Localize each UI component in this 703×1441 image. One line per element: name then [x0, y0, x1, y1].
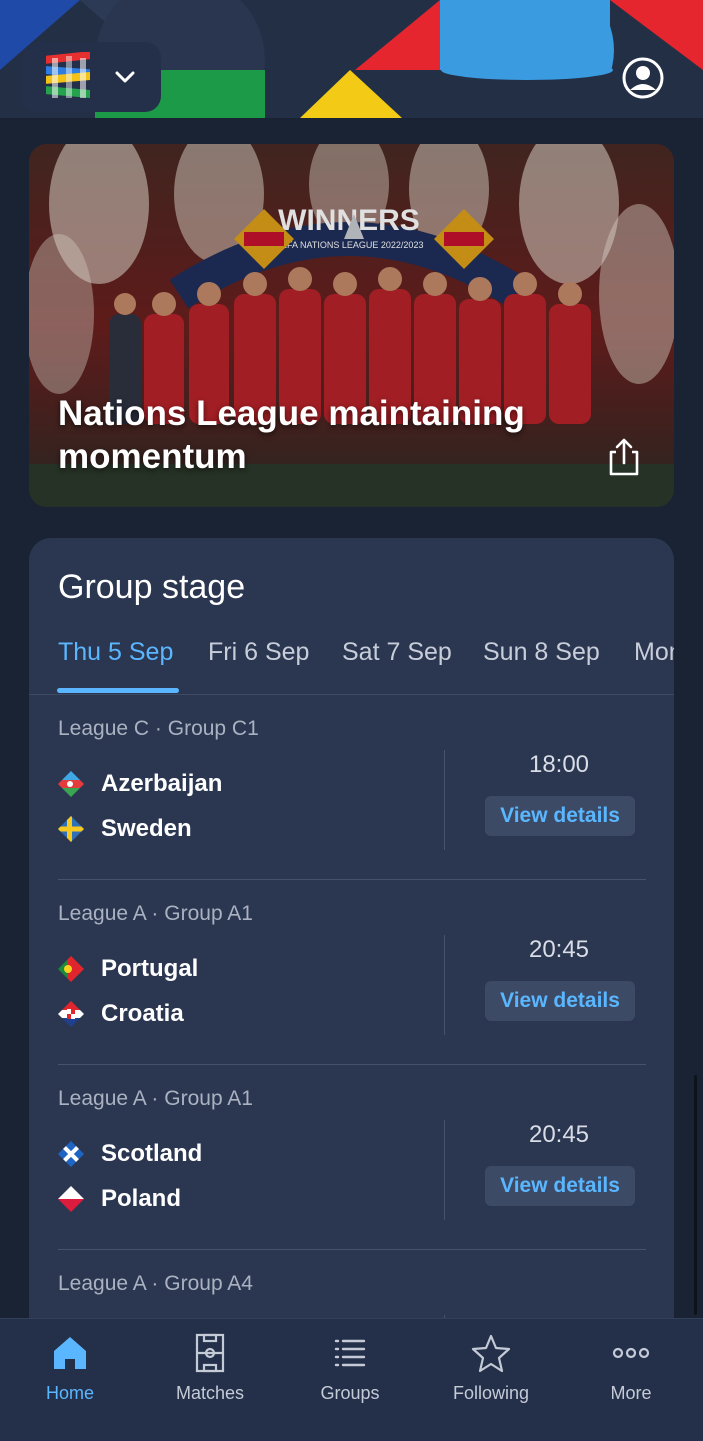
- away-team-name: Sweden: [101, 815, 192, 842]
- divider: [444, 1120, 445, 1220]
- more-dots-icon: [612, 1347, 650, 1359]
- pitch-icon: [195, 1333, 225, 1373]
- group-stage-title: Group stage: [58, 568, 246, 606]
- scrollbar[interactable]: [694, 1075, 697, 1315]
- user-circle-icon[interactable]: [621, 56, 665, 100]
- view-details-button[interactable]: View details: [485, 981, 635, 1021]
- divider: [444, 935, 445, 1035]
- nav-groups-label: Groups: [320, 1383, 380, 1403]
- scotland-flag-icon: [58, 1141, 84, 1167]
- competition-selector[interactable]: [22, 42, 161, 112]
- nav-groups[interactable]: Groups: [280, 1319, 420, 1441]
- match-league: League C · Group C1: [58, 717, 259, 740]
- away-team: Poland: [58, 1182, 181, 1216]
- active-tab-indicator: [57, 688, 179, 693]
- chevron-down-icon: [115, 71, 135, 83]
- match-league: League A · Group A1: [58, 1087, 253, 1110]
- match-league: League A · Group A1: [58, 902, 253, 925]
- home-team-name: Scotland: [101, 1140, 203, 1167]
- portugal-flag-icon: [58, 956, 84, 982]
- azerbaijan-flag-icon: [58, 771, 84, 797]
- away-team-name: Croatia: [101, 1000, 184, 1027]
- home-team: Portugal: [58, 952, 198, 986]
- nav-following-label: Following: [452, 1383, 530, 1403]
- match-row[interactable]: League A · Group A1 Scotland Poland 20:4…: [29, 1065, 674, 1250]
- hero-news-card[interactable]: WINNERS UEFA NATIONS LEAGUE 2022/2023 Na…: [29, 144, 674, 507]
- kickoff-time: 20:45: [528, 1121, 590, 1148]
- kickoff-time: 20:45: [528, 936, 590, 963]
- tab-fri-6-sep[interactable]: Fri 6 Sep: [208, 638, 309, 667]
- kickoff-time: 18:00: [528, 751, 590, 778]
- nations-league-logo-icon: [46, 52, 90, 99]
- nav-following[interactable]: Following: [421, 1319, 561, 1441]
- list-icon: [334, 1339, 366, 1367]
- croatia-flag-icon: [58, 1001, 84, 1027]
- away-team: Sweden: [58, 812, 192, 846]
- home-team: Azerbaijan: [58, 767, 222, 801]
- bottom-navigation: Home Matches Groups Following More: [0, 1318, 703, 1441]
- tab-thu-5-sep[interactable]: Thu 5 Sep: [58, 638, 173, 667]
- poland-flag-icon: [58, 1186, 84, 1212]
- tab-sat-7-sep[interactable]: Sat 7 Sep: [342, 638, 452, 667]
- match-row[interactable]: League A · Group A4: [29, 1250, 674, 1328]
- tab-sun-8-sep[interactable]: Sun 8 Sep: [483, 638, 600, 667]
- share-icon[interactable]: [603, 436, 645, 478]
- nav-matches-label: Matches: [175, 1383, 245, 1403]
- match-league: League A · Group A4: [58, 1272, 253, 1295]
- away-team-name: Poland: [101, 1185, 182, 1212]
- view-details-button[interactable]: View details: [485, 1166, 635, 1206]
- nav-more[interactable]: More: [561, 1319, 701, 1441]
- nav-home[interactable]: Home: [0, 1319, 140, 1441]
- home-icon: [54, 1337, 86, 1369]
- home-team: Scotland: [58, 1137, 202, 1171]
- view-details-button[interactable]: View details: [485, 796, 635, 836]
- group-stage-card: Group stage Thu 5 Sep Fri 6 Sep Sat 7 Se…: [29, 538, 674, 1328]
- nav-more-label: More: [610, 1383, 652, 1403]
- star-icon: [471, 1334, 511, 1373]
- home-team-name: Portugal: [101, 955, 199, 982]
- home-team-name: Azerbaijan: [101, 770, 223, 797]
- match-row[interactable]: League C · Group C1 Azerbaijan Sweden 18…: [29, 695, 674, 880]
- nav-home-label: Home: [45, 1383, 94, 1403]
- nav-matches[interactable]: Matches: [140, 1319, 280, 1441]
- away-team: Croatia: [58, 997, 184, 1031]
- date-tabs: Thu 5 Sep Fri 6 Sep Sat 7 Sep Sun 8 Sep …: [29, 630, 674, 695]
- app-header: [0, 0, 703, 118]
- hero-title: Nations League maintaining momentum: [58, 394, 525, 476]
- sweden-flag-icon: [58, 816, 84, 842]
- divider: [444, 750, 445, 850]
- match-row[interactable]: League A · Group A1 Portugal Croatia 20:…: [29, 880, 674, 1065]
- tab-mon[interactable]: Mon: [634, 638, 674, 667]
